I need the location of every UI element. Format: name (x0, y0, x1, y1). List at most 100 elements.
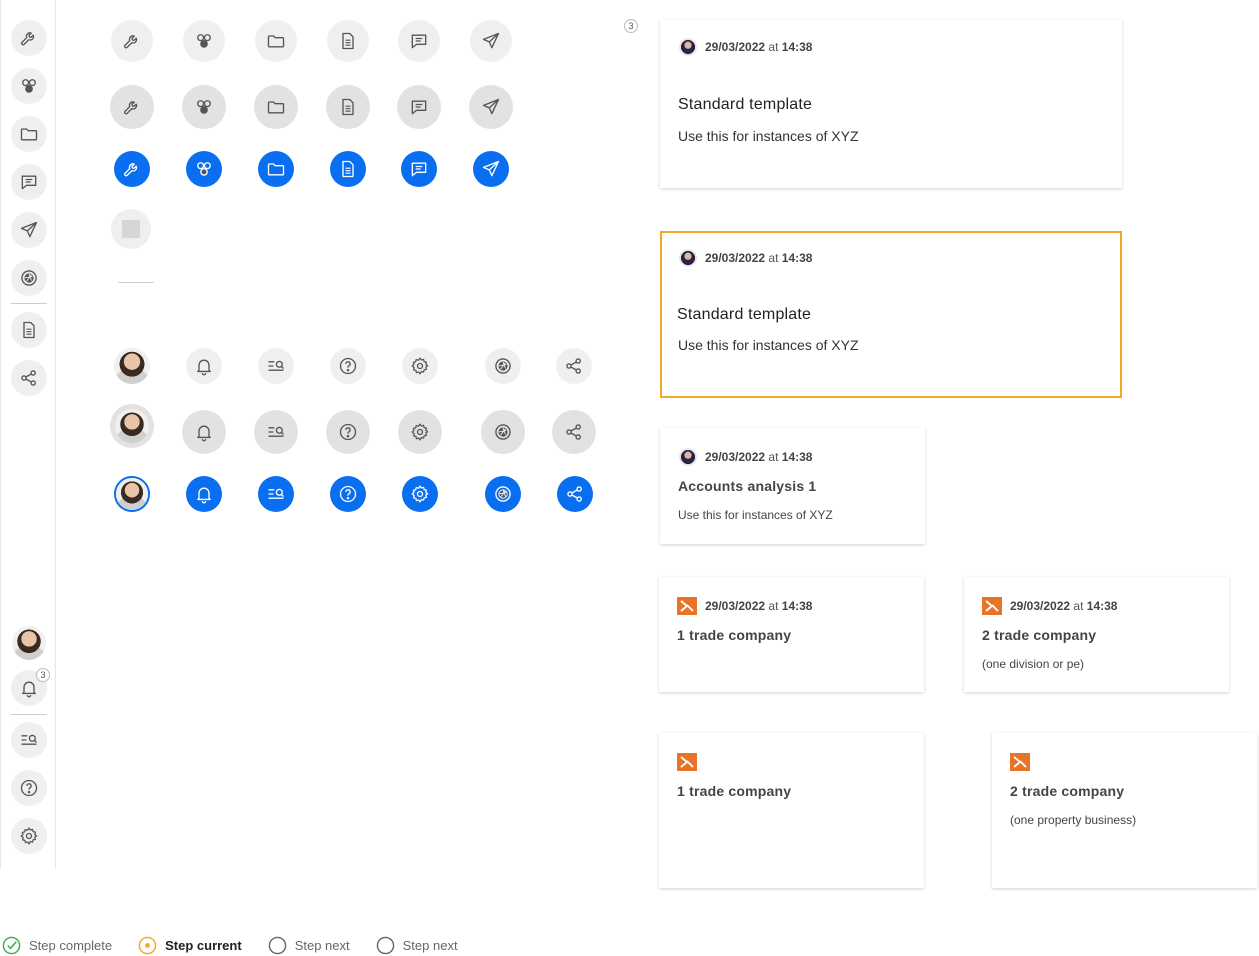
document-icon-button[interactable] (327, 20, 369, 62)
template-card-selected[interactable]: 29/03/2022 at 14:38 Standard template Us… (660, 231, 1122, 398)
step-label: Step complete (29, 938, 113, 953)
company-card[interactable]: 1 trade company (659, 733, 924, 888)
card-description: Use this for instances of XYZ (678, 508, 833, 522)
share-icon (19, 368, 39, 388)
send-icon (481, 159, 501, 179)
sidebar-aperture-button[interactable] (11, 260, 47, 296)
sidebar-wrench-button[interactable] (11, 20, 47, 56)
bell-icon (194, 484, 214, 504)
share-icon-button-hover[interactable] (552, 410, 596, 454)
card-meta: 29/03/2022 at 14:38 (679, 249, 812, 267)
gear-icon (410, 422, 430, 442)
circles-icon-button-hover[interactable] (182, 85, 226, 129)
search-list-icon-button-active[interactable] (258, 476, 294, 512)
search-list-icon-button-hover[interactable] (254, 410, 298, 454)
step-current[interactable]: Step current (138, 936, 242, 955)
gear-icon-button[interactable] (402, 348, 438, 384)
search-list-icon-button[interactable] (258, 348, 294, 384)
circles-icon-button-active[interactable] (186, 151, 222, 187)
card-meta: 29/03/2022 at 14:38 (679, 38, 812, 56)
chat-icon-button-hover[interactable] (397, 85, 441, 129)
sidebar: 3 (0, 0, 56, 868)
card-description: (one division or pe) (982, 657, 1085, 671)
chat-icon-button[interactable] (398, 20, 440, 62)
card-title: 2 trade company (1010, 783, 1125, 799)
circles-icon-button[interactable] (183, 20, 225, 62)
company-card[interactable]: 29/03/2022 at 14:38 1 trade company (659, 577, 924, 692)
sidebar-circles-button[interactable] (11, 68, 47, 104)
template-card[interactable]: 29/03/2022 at 14:38 Standard template Us… (660, 20, 1122, 188)
company-card[interactable]: 2 trade company (one property business) (992, 733, 1257, 888)
help-icon (19, 778, 39, 798)
step-next[interactable]: Step next (376, 936, 458, 955)
avatar[interactable] (12, 626, 46, 660)
send-icon-button-active[interactable] (473, 151, 509, 187)
bell-icon-button-hover[interactable] (182, 410, 226, 454)
card-at: at (1073, 599, 1084, 613)
aperture-icon-button-active[interactable] (485, 476, 521, 512)
chat-icon-button-active[interactable] (401, 151, 437, 187)
placeholder-button[interactable] (111, 209, 151, 249)
avatar[interactable] (114, 348, 150, 384)
sidebar-share-button[interactable] (11, 360, 47, 396)
aperture-icon-button[interactable] (485, 348, 521, 384)
document-icon (338, 159, 358, 179)
circles-icon (194, 159, 214, 179)
card-description: Use this for instances of XYZ (678, 128, 859, 144)
send-icon-button[interactable] (470, 20, 512, 62)
gear-icon-button-active[interactable] (402, 476, 438, 512)
document-icon (19, 320, 39, 340)
document-icon-button-hover[interactable] (326, 85, 370, 129)
aperture-icon (493, 356, 513, 376)
wrench-icon-button[interactable] (111, 20, 153, 62)
template-card[interactable]: 29/03/2022 at 14:38 Accounts analysis 1 … (660, 428, 925, 544)
step-label: Step next (402, 938, 458, 953)
folder-icon-button[interactable] (255, 20, 297, 62)
check-circle-icon (2, 936, 21, 955)
help-icon-button-hover[interactable] (326, 410, 370, 454)
sidebar-help-button[interactable] (11, 770, 47, 806)
sidebar-settings-button[interactable] (11, 818, 47, 854)
folder-icon (266, 159, 286, 179)
card-title: Accounts analysis 1 (678, 478, 817, 494)
sidebar-divider (11, 303, 47, 304)
help-icon (338, 356, 358, 376)
circles-icon (194, 97, 214, 117)
help-icon-button-active[interactable] (330, 476, 366, 512)
company-card[interactable]: 29/03/2022 at 14:38 2 trade company (one… (964, 577, 1229, 692)
card-meta: 29/03/2022 at 14:38 (982, 597, 1117, 615)
avatar-hover[interactable] (110, 404, 154, 448)
sidebar-chat-button[interactable] (11, 164, 47, 200)
bell-icon-button[interactable] (186, 348, 222, 384)
chat-icon (409, 97, 429, 117)
gear-icon (410, 356, 430, 376)
sidebar-document-button[interactable] (11, 312, 47, 348)
send-icon-button-hover[interactable] (469, 85, 513, 129)
document-icon-button-active[interactable] (330, 151, 366, 187)
folder-icon-button-hover[interactable] (254, 85, 298, 129)
bell-icon-button-active[interactable] (186, 476, 222, 512)
count-badge: 3 (624, 19, 638, 33)
grid-divider (118, 282, 154, 283)
share-icon-button-active[interactable] (557, 476, 593, 512)
step-complete[interactable]: Step complete (2, 936, 112, 955)
sidebar-folder-button[interactable] (11, 116, 47, 152)
folder-icon-button-active[interactable] (258, 151, 294, 187)
wrench-icon-button-hover[interactable] (110, 85, 154, 129)
step-next[interactable]: Step next (268, 936, 350, 955)
folder-icon (266, 97, 286, 117)
avatar-active[interactable] (114, 476, 150, 512)
sidebar-search-list-button[interactable] (11, 722, 47, 758)
aperture-icon-button-hover[interactable] (481, 410, 525, 454)
gear-icon-button-hover[interactable] (398, 410, 442, 454)
sidebar-divider (11, 714, 47, 715)
card-meta: 29/03/2022 at 14:38 (679, 448, 812, 466)
wrench-icon-button-active[interactable] (114, 151, 150, 187)
sidebar-send-button[interactable] (11, 212, 47, 248)
card-at: at (768, 40, 779, 54)
document-icon (338, 31, 358, 51)
aperture-icon (493, 422, 513, 442)
share-icon-button[interactable] (556, 348, 592, 384)
help-icon-button[interactable] (330, 348, 366, 384)
card-date: 29/03/2022 (1010, 599, 1071, 613)
